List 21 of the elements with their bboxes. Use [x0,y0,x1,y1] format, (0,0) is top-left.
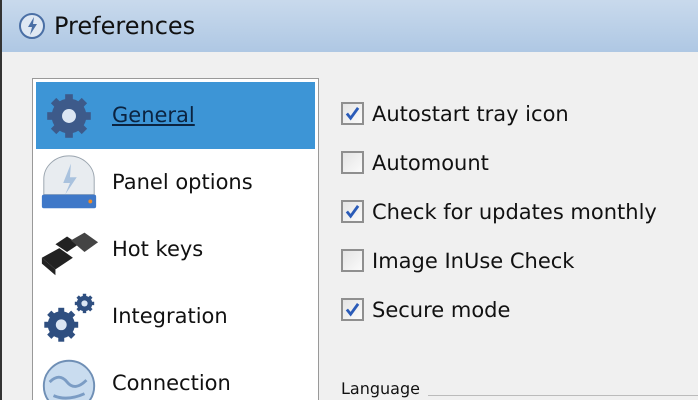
option-checkbox[interactable]: Autostart tray icon [341,101,698,150]
checkbox[interactable] [341,249,364,272]
checkbox[interactable] [341,298,364,321]
check-icon [345,204,360,219]
option-checkbox[interactable]: Secure mode [341,297,698,346]
check-icon [345,302,360,317]
option-checkbox[interactable]: Automount [341,150,698,199]
checkbox[interactable] [341,200,364,223]
category-item[interactable]: Integration [36,283,315,350]
category-item[interactable]: Hot keys [36,216,315,283]
app-icon [18,12,46,40]
category-item[interactable]: General [36,82,315,149]
check-icon [345,106,360,121]
category-item[interactable]: Connection [36,350,315,400]
window-title: Preferences [54,11,196,42]
category-item[interactable]: Panel options [36,149,315,216]
option-checkbox[interactable]: Image InUse Check [341,248,698,297]
checkbox[interactable] [341,102,364,125]
checkbox[interactable] [341,151,364,174]
language-group-label: Language [341,380,420,398]
option-checkbox[interactable]: Check for updates monthly [341,199,698,248]
